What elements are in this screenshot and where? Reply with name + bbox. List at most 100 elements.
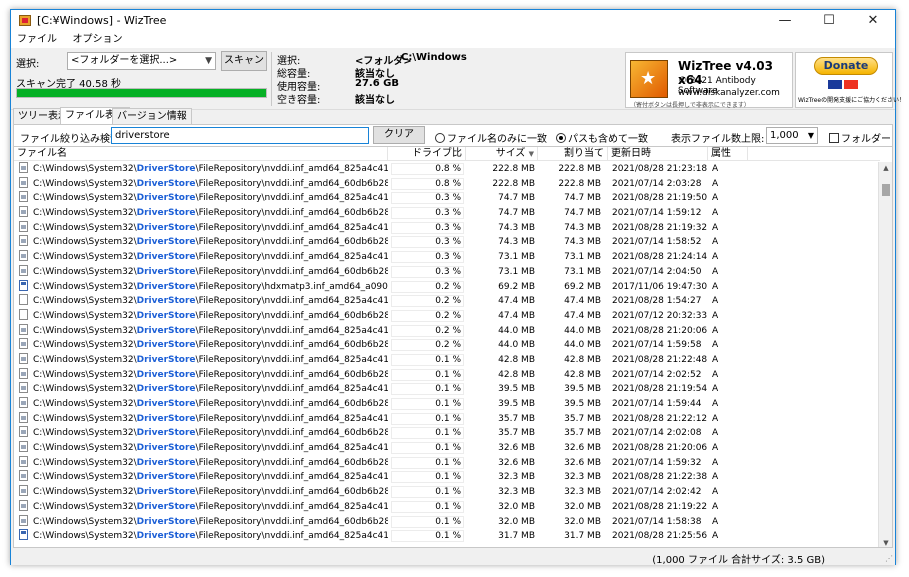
- table-row[interactable]: C:\Windows\System32\DriverStore\FileRepo…: [14, 191, 880, 206]
- table-row[interactable]: C:\Windows\System32\DriverStore\FileRepo…: [14, 426, 880, 441]
- path-match: DriverStore: [136, 531, 196, 542]
- table-row[interactable]: C:\Windows\System32\DriverStore\FileRepo…: [14, 338, 880, 353]
- scan-button[interactable]: スキャン: [221, 51, 267, 71]
- allocated-cell: 74.7 MB: [564, 193, 601, 204]
- attribute-cell: A: [712, 296, 719, 307]
- table-row[interactable]: C:\Windows\System32\DriverStore\FileRepo…: [14, 352, 880, 368]
- scroll-up-icon[interactable]: ▲: [879, 162, 892, 174]
- col-header-attr[interactable]: 属性: [708, 147, 748, 161]
- path-match: DriverStore: [136, 266, 196, 277]
- vertical-scrollbar[interactable]: ▲ ▼: [878, 162, 892, 547]
- table-row[interactable]: C:\Windows\System32\DriverStore\FileRepo…: [14, 220, 880, 236]
- donate-button[interactable]: Donate: [814, 57, 878, 75]
- table-row[interactable]: C:\Windows\System32\DriverStore\FileRepo…: [14, 264, 880, 280]
- scrollbar-thumb[interactable]: [882, 184, 890, 196]
- title-bar[interactable]: [C:¥Windows] - WizTree — ☐ ✕: [11, 10, 895, 32]
- size-cell: 74.7 MB: [498, 193, 535, 204]
- file-icon: [19, 220, 28, 232]
- table-row[interactable]: C:\Windows\System32\DriverStore\FileRepo…: [14, 499, 880, 515]
- col-header-date[interactable]: 更新日時: [608, 147, 708, 161]
- modified-date-cell: 2021/07/14 2:02:42: [612, 487, 702, 498]
- minimize-button[interactable]: —: [763, 10, 807, 32]
- table-row[interactable]: C:\Windows\System32\DriverStore\FileRepo…: [14, 470, 880, 485]
- path-prefix: C:\Windows\System32\: [33, 340, 137, 351]
- table-row[interactable]: C:\Windows\System32\DriverStore\FileRepo…: [14, 279, 880, 295]
- table-row[interactable]: C:\Windows\System32\DriverStore\FileRepo…: [14, 397, 880, 412]
- size-cell: 74.3 MB: [498, 222, 535, 233]
- path-match: DriverStore: [136, 457, 196, 468]
- col-header-alloc[interactable]: 割り当て: [538, 147, 608, 161]
- path-prefix: C:\Windows\System32\: [33, 281, 137, 292]
- drive-ratio-cell: 0.8 %: [435, 164, 461, 174]
- filter-input[interactable]: driverstore: [111, 127, 369, 144]
- divider: [271, 52, 272, 106]
- scan-progress-fill: [17, 89, 266, 97]
- menu-options[interactable]: オプション: [67, 32, 129, 48]
- clear-button[interactable]: クリア: [373, 126, 425, 144]
- about-panel[interactable]: WizTree v4.03 x64 © 2021 Antibody Softwa…: [625, 52, 793, 109]
- website-link[interactable]: www.diskanalyzer.com: [678, 88, 780, 98]
- app-window: [C:¥Windows] - WizTree — ☐ ✕ ファイル オプション …: [10, 9, 905, 566]
- col-header-pct[interactable]: ドライブ比: [388, 147, 466, 161]
- table-row[interactable]: C:\Windows\System32\DriverStore\FileRepo…: [14, 441, 880, 456]
- folder-combo[interactable]: <フォルダーを選択...> ▼: [67, 52, 216, 70]
- scroll-down-icon[interactable]: ▼: [879, 537, 892, 547]
- allocated-cell: 74.3 MB: [564, 237, 601, 248]
- table-row[interactable]: C:\Windows\System32\DriverStore\FileRepo…: [14, 485, 880, 500]
- file-icon: [19, 162, 28, 173]
- file-name-cell: C:\Windows\System32\DriverStore\FileRepo…: [19, 206, 388, 221]
- table-row[interactable]: C:\Windows\System32\DriverStore\FileRepo…: [14, 308, 880, 324]
- col-header-name[interactable]: ファイル名: [14, 147, 388, 161]
- radio-include-path[interactable]: パスも含めて一致: [556, 130, 648, 145]
- col-header-size[interactable]: サイズ ▼: [466, 147, 538, 161]
- path-suffix: \FileRepository\nvddi.inf_amd64_60db6b28…: [195, 369, 388, 380]
- table-row[interactable]: C:\Windows\System32\DriverStore\FileRepo…: [14, 411, 880, 427]
- tab-version-info[interactable]: バージョン情報: [112, 108, 192, 124]
- path-prefix: C:\Windows\System32\: [33, 384, 137, 395]
- table-row[interactable]: C:\Windows\System32\DriverStore\FileRepo…: [14, 235, 880, 250]
- radio-name-only[interactable]: ファイル名のみに一致: [435, 130, 547, 145]
- resize-grip-icon[interactable]: ⋰: [885, 554, 893, 563]
- menu-file[interactable]: ファイル: [11, 32, 63, 48]
- table-row[interactable]: C:\Windows\System32\DriverStore\FileRepo…: [14, 323, 880, 339]
- path-match: DriverStore: [136, 164, 196, 174]
- path-prefix: C:\Windows\System32\: [33, 310, 137, 321]
- drive-ratio-cell: 0.3 %: [435, 208, 461, 219]
- table-row[interactable]: C:\Windows\System32\DriverStore\FileRepo…: [14, 162, 880, 177]
- table-row[interactable]: C:\Windows\System32\DriverStore\FileRepo…: [14, 250, 880, 265]
- maximize-button[interactable]: ☐: [807, 10, 851, 32]
- file-icon: [19, 514, 28, 526]
- table-row[interactable]: C:\Windows\System32\DriverStore\FileRepo…: [14, 455, 880, 471]
- modified-date-cell: 2021/07/14 2:02:52: [612, 369, 702, 380]
- file-list[interactable]: ファイル名 ドライブ比 サイズ ▼ 割り当て 更新日時 属性 C:\Window…: [13, 146, 893, 548]
- folder-checkbox[interactable]: フォルダー: [829, 130, 891, 145]
- file-icon: [19, 411, 28, 423]
- modified-date-cell: 2021/08/28 21:19:54: [612, 384, 708, 395]
- drive-ratio-cell: 0.3 %: [435, 222, 461, 233]
- attribute-cell: A: [712, 457, 719, 468]
- path-match: DriverStore: [136, 487, 196, 498]
- table-row[interactable]: C:\Windows\System32\DriverStore\FileRepo…: [14, 514, 880, 530]
- attribute-cell: A: [712, 193, 719, 204]
- limit-combo[interactable]: 1,000 ▼: [766, 127, 818, 144]
- table-row[interactable]: C:\Windows\System32\DriverStore\FileRepo…: [14, 176, 880, 192]
- table-row[interactable]: C:\Windows\System32\DriverStore\FileRepo…: [14, 367, 880, 383]
- file-name-cell: C:\Windows\System32\DriverStore\FileRepo…: [19, 323, 388, 339]
- close-button[interactable]: ✕: [851, 10, 895, 32]
- path-suffix: \FileRepository\nvddi.inf_amd64_60db6b28…: [195, 399, 388, 409]
- drive-ratio-cell: 0.2 %: [435, 281, 461, 292]
- allocated-cell: 42.8 MB: [564, 354, 601, 365]
- status-bar: (1,000 ファイル 合計サイズ: 3.5 GB) ⋰: [11, 548, 895, 566]
- stat-path: C:\Windows: [401, 52, 467, 63]
- table-row[interactable]: C:\Windows\System32\DriverStore\FileRepo…: [14, 206, 880, 221]
- table-row[interactable]: C:\Windows\System32\DriverStore\FileRepo…: [14, 529, 880, 544]
- file-name-cell: C:\Windows\System32\DriverStore\FileRepo…: [19, 294, 388, 309]
- table-row[interactable]: C:\Windows\System32\DriverStore\FileRepo…: [14, 294, 880, 309]
- chevron-down-icon: ▼: [205, 56, 212, 66]
- path-match: DriverStore: [136, 281, 196, 292]
- table-row[interactable]: C:\Windows\System32\DriverStore\FileRepo…: [14, 382, 880, 397]
- allocated-cell: 32.0 MB: [564, 516, 601, 527]
- file-name-cell: C:\Windows\System32\DriverStore\FileRepo…: [19, 352, 388, 368]
- size-cell: 32.0 MB: [498, 501, 535, 512]
- path-prefix: C:\Windows\System32\: [33, 193, 137, 204]
